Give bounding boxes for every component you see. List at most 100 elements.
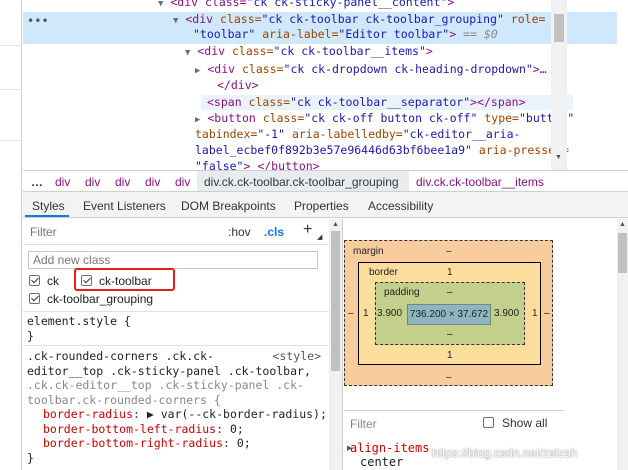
attr-value: "ck ck-off button ck-off" xyxy=(304,111,478,125)
breadcrumb-item[interactable]: div xyxy=(55,175,70,189)
tree-line-button-cont2[interactable]: label_ecbef0f892b3e57e96446d63bf6bee1a9"… xyxy=(195,143,569,158)
breadcrumb-overflow[interactable]: … xyxy=(31,175,43,189)
class-checkbox-ck-toolbar[interactable] xyxy=(81,275,92,286)
computed-property[interactable]: align-items xyxy=(350,441,429,455)
attr-value: "false" xyxy=(195,159,244,170)
elements-tree[interactable]: ••• ▼ <div class="ck ck-sticky-panel__co… xyxy=(23,0,617,170)
border-bottom-value[interactable]: 1 xyxy=(447,350,453,361)
collapse-triangle-icon[interactable]: ▼ xyxy=(173,16,178,26)
show-all-label[interactable]: Show all xyxy=(502,416,547,430)
computed-scrollbar-thumb[interactable] xyxy=(618,233,627,273)
css-declaration[interactable]: border-bottom-left-radius: 0; xyxy=(27,422,339,437)
css-declaration[interactable]: border-bottom-right-radius: 0; xyxy=(27,436,339,451)
attr-value: "ck ck-toolbar__items" xyxy=(273,44,426,58)
css-property[interactable]: border-bottom-left-radius xyxy=(43,422,216,436)
rule-close: } xyxy=(27,328,34,343)
left-gutter xyxy=(0,0,22,470)
rule-selector: element.style { xyxy=(27,314,131,328)
breadcrumb-item[interactable]: div xyxy=(175,175,190,189)
tab-accessibility[interactable]: Accessibility xyxy=(368,199,433,213)
breadcrumb-item-active[interactable]: div.ck.ck-toolbar.ck-toolbar_grouping xyxy=(204,175,399,189)
box-model-border[interactable]: border 1 1 1 1 padding – 3.900 3.900 – 7… xyxy=(358,262,541,365)
tag-close: > xyxy=(447,0,455,9)
show-all-checkbox[interactable] xyxy=(483,417,494,428)
attr-name: role= xyxy=(510,12,546,26)
tree-line-close-div[interactable]: </div> xyxy=(217,78,259,93)
box-model-margin[interactable]: margin – – – – border 1 1 1 1 padding – … xyxy=(344,240,553,386)
node-menu-dots[interactable]: ••• xyxy=(27,14,49,29)
collapse-triangle-icon[interactable]: ▼ xyxy=(158,0,163,9)
tag-close: >… xyxy=(532,62,547,76)
attr-value: "Editor toolbar" xyxy=(338,27,450,41)
expand-triangle-icon[interactable]: ▶ xyxy=(195,115,200,125)
rule-source-link[interactable]: <style> xyxy=(273,349,321,364)
margin-right-value[interactable]: – xyxy=(544,308,550,319)
margin-top-value[interactable]: – xyxy=(446,246,452,257)
computed-filter-input[interactable]: Filter xyxy=(350,417,377,431)
css-rule-rounded-corners[interactable]: .ck-rounded-corners .ck.ck- <style> edit… xyxy=(23,347,342,470)
css-value[interactable]: 0; xyxy=(237,436,251,450)
attr-value: "ck ck-toolbar__separator" xyxy=(290,95,471,109)
box-model-padding[interactable]: padding – 3.900 3.900 – 736.200 × 37.672 xyxy=(375,282,525,345)
tree-scrollbar-thumb[interactable] xyxy=(554,14,564,42)
styles-scrollbar-thumb[interactable] xyxy=(331,231,340,371)
scroll-down-arrow-icon[interactable]: ▼ xyxy=(553,154,564,161)
tab-dom-breakpoints[interactable]: DOM Breakpoints xyxy=(181,199,276,213)
tree-line-toolbar-cont[interactable]: "toolbar" aria-label="Editor toolbar"> =… xyxy=(193,27,498,42)
border-top-value[interactable]: 1 xyxy=(447,267,453,278)
tab-properties[interactable]: Properties xyxy=(294,199,349,213)
attr-value: "ck ck-sticky-panel__content" xyxy=(246,0,448,9)
box-model-content[interactable]: 736.200 × 37.672 xyxy=(407,304,491,325)
tree-line-button-cont1[interactable]: tabindex="-1" aria-labelledby="ck-editor… xyxy=(195,127,520,142)
computed-value: center xyxy=(360,455,404,469)
sidebar-tabs: Styles Event Listeners DOM Breakpoints P… xyxy=(23,192,628,218)
computed-pane: margin – – – – border 1 1 1 1 padding – … xyxy=(344,219,628,470)
border-left-value[interactable]: 1 xyxy=(363,308,369,319)
hov-toggle[interactable]: :hov xyxy=(228,225,251,239)
tree-line-sticky-panel-content[interactable]: ▼ <div class="ck ck-sticky-panel__conten… xyxy=(158,0,454,12)
computed-scrollbar[interactable]: ▲ xyxy=(617,219,628,470)
tree-line-button-cont3[interactable]: "false"> </button> xyxy=(195,159,320,170)
tree-line-dropdown[interactable]: ▶ <div class="ck ck-dropdown ck-heading-… xyxy=(195,62,547,79)
css-property[interactable]: border-radius xyxy=(43,407,133,421)
padding-bottom-value[interactable]: – xyxy=(447,329,453,340)
padding-left-value[interactable]: 3.900 xyxy=(377,308,402,319)
add-class-input[interactable]: Add new class xyxy=(28,251,318,269)
margin-bottom-value[interactable]: – xyxy=(446,372,452,383)
breadcrumb-item[interactable]: div xyxy=(85,175,100,189)
scroll-up-arrow-icon[interactable]: ▲ xyxy=(617,221,628,228)
collapse-triangle-icon[interactable]: ▼ xyxy=(185,48,190,58)
styles-toolbar: :hov .cls + ◢ xyxy=(23,219,342,245)
tag-close: > xyxy=(449,27,457,41)
border-right-value[interactable]: 1 xyxy=(532,308,538,319)
tree-line-toolbar-items[interactable]: ▼ <div class="ck ck-toolbar__items"> xyxy=(185,44,433,61)
class-checkbox-ck[interactable] xyxy=(29,275,40,286)
cls-toggle[interactable]: .cls xyxy=(264,225,284,239)
css-declaration[interactable]: border-radius: ▶ var(--ck-border-radius)… xyxy=(27,407,339,422)
css-value[interactable]: ▶ var(--ck-border-radius); xyxy=(147,407,327,421)
padding-top-value[interactable]: – xyxy=(447,287,453,298)
new-style-rule-button[interactable]: + xyxy=(303,221,312,239)
padding-label: padding xyxy=(384,287,420,298)
styles-scrollbar[interactable]: ▲ xyxy=(329,219,342,470)
css-value[interactable]: 0; xyxy=(230,422,244,436)
element-style-rule[interactable]: element.style { } xyxy=(23,311,342,346)
tag-close: </div> xyxy=(217,78,259,92)
attr-name: type= xyxy=(484,111,519,125)
padding-right-value[interactable]: 3.900 xyxy=(494,308,519,319)
expand-triangle-icon[interactable]: ▶ xyxy=(195,66,200,76)
scroll-up-arrow-icon[interactable]: ▲ xyxy=(330,221,341,228)
tree-line-button[interactable]: ▶ <button class="ck ck-off button ck-off… xyxy=(195,111,574,128)
tree-scrollbar[interactable]: ▼ xyxy=(551,0,567,170)
css-property[interactable]: border-bottom-right-radius xyxy=(43,436,223,450)
tree-line-separator[interactable]: <span class="ck ck-toolbar__separator"><… xyxy=(207,95,526,110)
breadcrumb-item[interactable]: div xyxy=(115,175,130,189)
tab-event-listeners[interactable]: Event Listeners xyxy=(83,199,166,213)
styles-filter-input[interactable] xyxy=(26,222,216,242)
breadcrumb-item[interactable]: div xyxy=(145,175,160,189)
class-checkbox-ck-toolbar-grouping[interactable] xyxy=(29,293,40,304)
breadcrumb-item[interactable]: div.ck.ck-toolbar__items xyxy=(416,175,544,189)
tag-open: <span xyxy=(207,95,242,109)
margin-left-value[interactable]: – xyxy=(348,308,354,319)
tab-styles[interactable]: Styles xyxy=(32,199,65,213)
